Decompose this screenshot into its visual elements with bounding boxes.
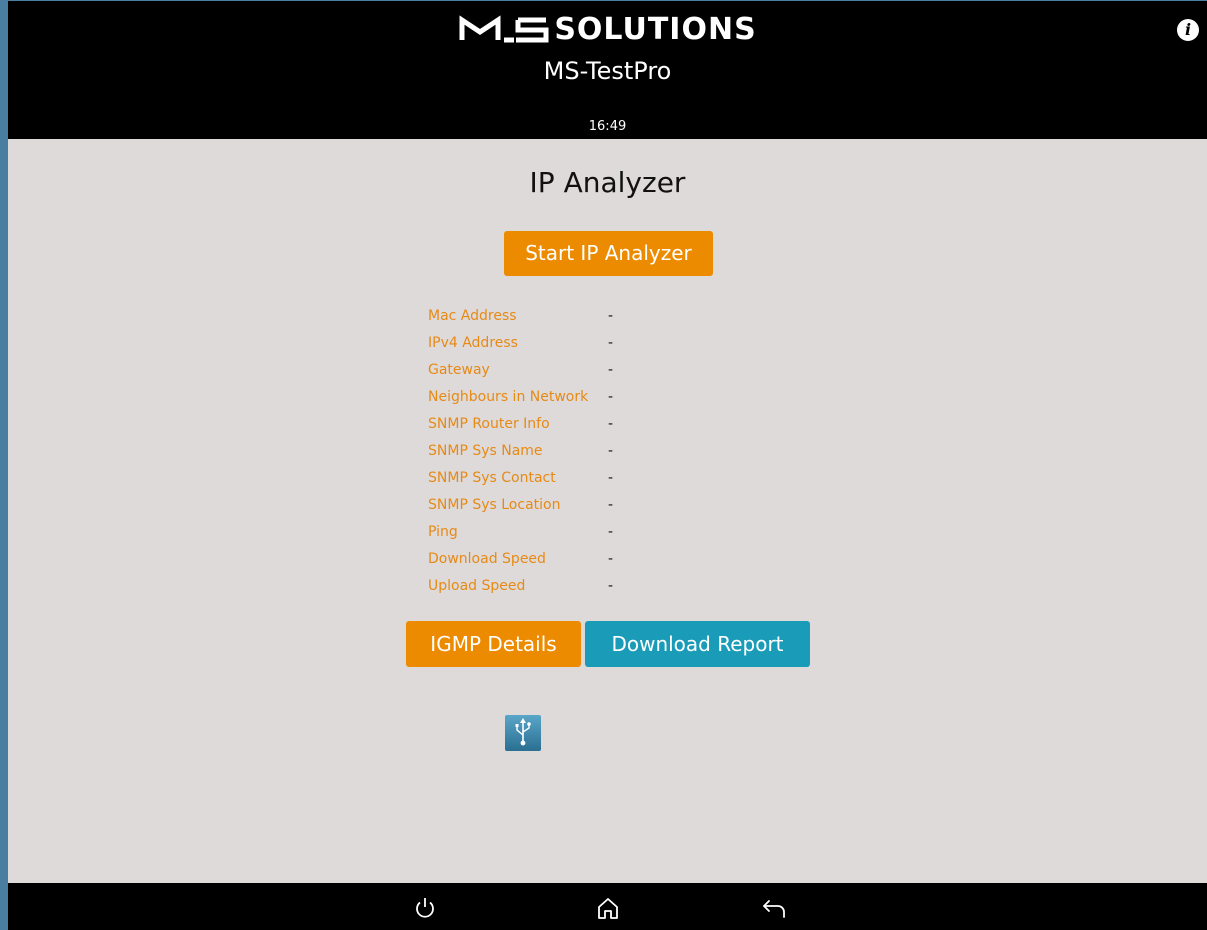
- info-label: SNMP Sys Name: [428, 443, 543, 459]
- info-row-ping: Ping -: [428, 519, 613, 546]
- info-value: -: [608, 389, 614, 405]
- info-label: SNMP Sys Location: [428, 497, 561, 513]
- info-value: -: [608, 551, 614, 567]
- usb-glyph: [515, 718, 531, 746]
- header-bar: SOLUTIONS MS-TestPro 16:49 i: [8, 1, 1207, 139]
- info-row-gateway: Gateway -: [428, 357, 613, 384]
- info-row-snmp-sys-name: SNMP Sys Name -: [428, 438, 613, 465]
- info-label: SNMP Sys Contact: [428, 470, 556, 486]
- info-label: IPv4 Address: [428, 335, 518, 351]
- info-value: -: [608, 335, 614, 351]
- info-label: Gateway: [428, 362, 490, 378]
- info-value: -: [608, 362, 614, 378]
- footer-nav-bar: [8, 883, 1207, 930]
- info-row-upload-speed: Upload Speed -: [428, 573, 613, 600]
- info-row-snmp-router: SNMP Router Info -: [428, 411, 613, 438]
- usb-icon[interactable]: [505, 715, 541, 751]
- info-list: Mac Address - IPv4 Address - Gateway - N…: [428, 303, 613, 600]
- igmp-details-button[interactable]: IGMP Details: [406, 621, 581, 667]
- brand-logo: SOLUTIONS: [8, 7, 1207, 51]
- info-icon[interactable]: i: [1177, 19, 1199, 41]
- info-row-snmp-sys-location: SNMP Sys Location -: [428, 492, 613, 519]
- info-row-mac: Mac Address -: [428, 303, 613, 330]
- app-window: SOLUTIONS MS-TestPro 16:49 i IP Analyzer…: [0, 0, 1207, 930]
- info-row-snmp-sys-contact: SNMP Sys Contact -: [428, 465, 613, 492]
- start-ip-analyzer-button[interactable]: Start IP Analyzer: [504, 231, 713, 276]
- info-value: -: [608, 416, 614, 432]
- info-label: Upload Speed: [428, 578, 526, 594]
- info-label: Download Speed: [428, 551, 546, 567]
- info-row-download-speed: Download Speed -: [428, 546, 613, 573]
- info-value: -: [608, 578, 614, 594]
- info-label: Ping: [428, 524, 458, 540]
- ms-logo-mark: [459, 15, 549, 43]
- info-label: Mac Address: [428, 308, 517, 324]
- page-title: IP Analyzer: [529, 166, 686, 199]
- logo-text: SOLUTIONS: [554, 11, 757, 47]
- clock: 16:49: [588, 119, 627, 134]
- info-row-neighbours: Neighbours in Network -: [428, 384, 613, 411]
- power-icon[interactable]: [412, 895, 438, 921]
- info-value: -: [608, 524, 614, 540]
- info-value: -: [608, 497, 614, 513]
- info-value: -: [608, 443, 614, 459]
- info-row-ipv4: IPv4 Address -: [428, 330, 613, 357]
- download-report-button[interactable]: Download Report: [585, 621, 810, 667]
- info-label: SNMP Router Info: [428, 416, 550, 432]
- info-label: Neighbours in Network: [428, 389, 589, 405]
- product-name: MS-TestPro: [543, 57, 672, 85]
- info-value: -: [608, 470, 614, 486]
- home-icon[interactable]: [594, 895, 622, 921]
- info-value: -: [608, 308, 614, 324]
- back-icon[interactable]: [760, 895, 790, 921]
